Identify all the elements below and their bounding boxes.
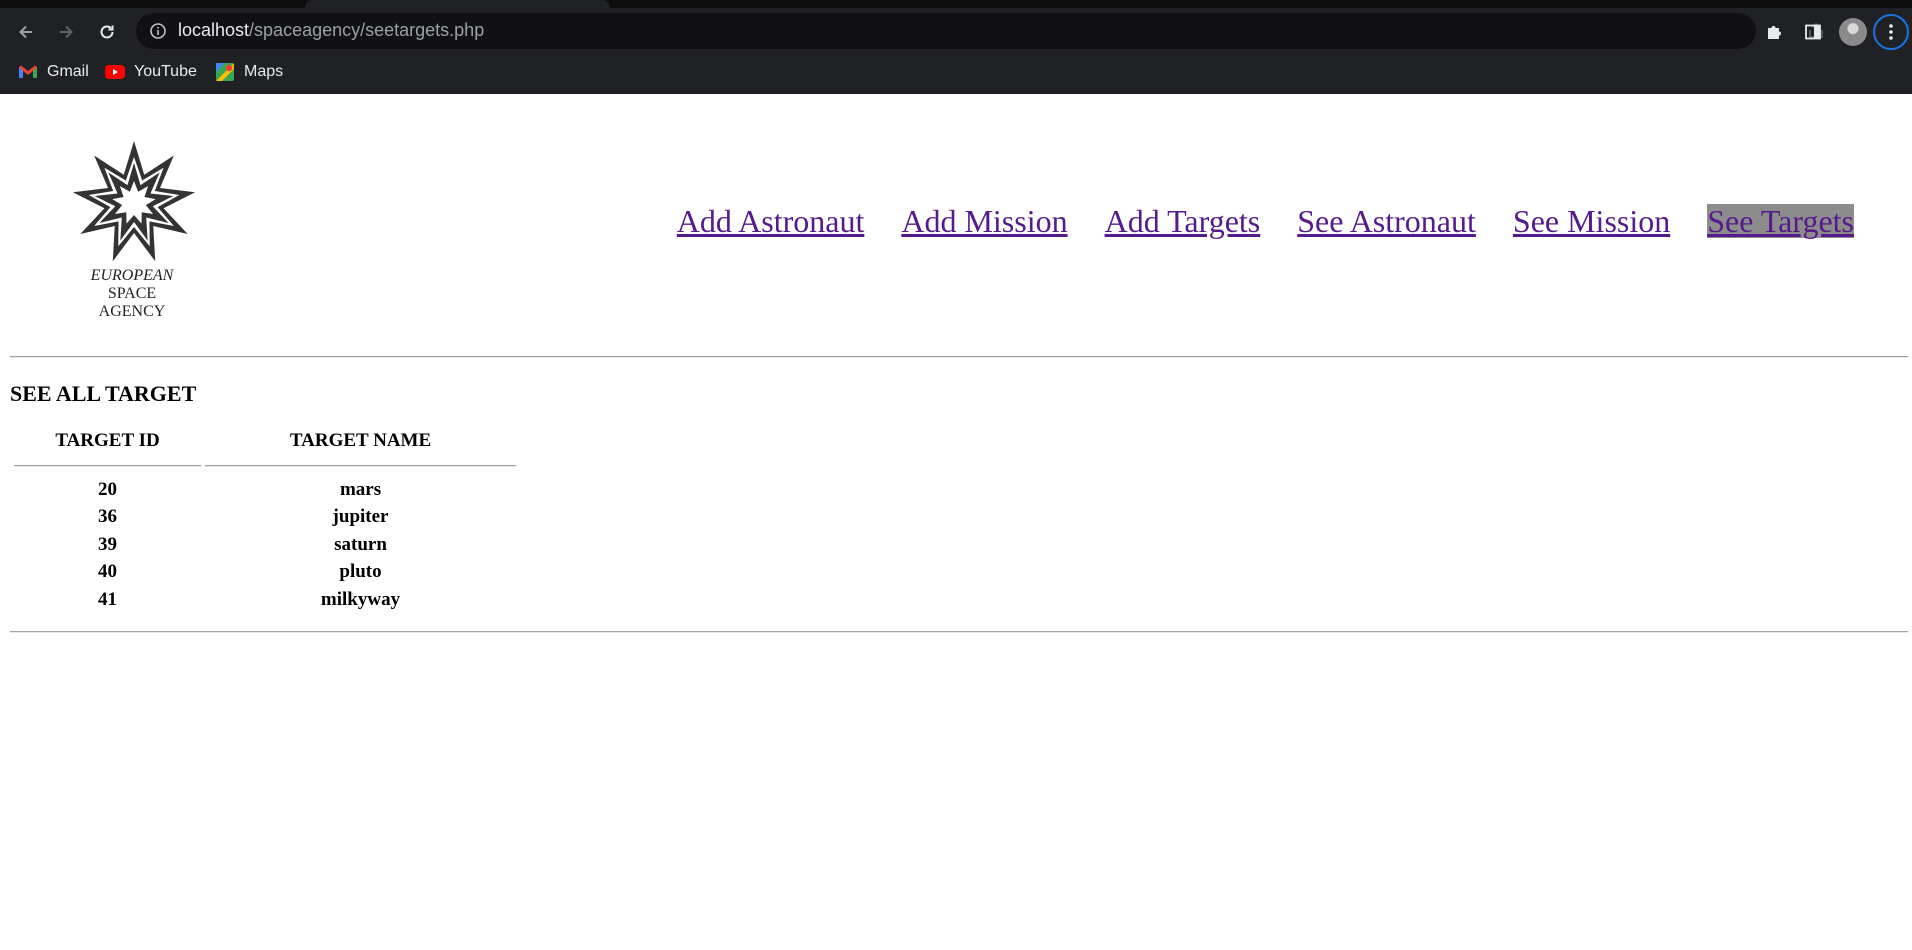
nav-see-targets[interactable]: See Targets bbox=[1707, 204, 1854, 238]
logo-line-3: AGENCY bbox=[98, 303, 166, 320]
url-host: localhost bbox=[178, 20, 250, 40]
column-header-target-name: TARGET NAME bbox=[289, 430, 432, 451]
address-bar[interactable]: localhost/spaceagency/seetargets.php bbox=[136, 13, 1865, 49]
browser-chrome: localhost/spaceagency/seetargets.php Gma… bbox=[0, 0, 1912, 94]
divider-top bbox=[10, 356, 1908, 358]
gmail-icon bbox=[19, 65, 37, 78]
logo-line-2: SPACE bbox=[107, 285, 157, 302]
bookmark-label: Gmail bbox=[47, 63, 89, 80]
url-path: /spaceagency/seetargets.php bbox=[249, 20, 485, 40]
browser-menu-button[interactable] bbox=[1873, 14, 1909, 50]
agency-logo: EUROPEAN SPACE AGENCY bbox=[64, 139, 204, 321]
bookmarks-bar: Gmail YouTube Maps bbox=[0, 56, 1912, 88]
bookmark-maps[interactable]: Maps bbox=[215, 60, 283, 84]
logo-wordmark: EUROPEAN SPACE AGENCY bbox=[64, 267, 200, 321]
target-id-cell: 41 bbox=[98, 588, 118, 610]
targets-table: TARGET ID TARGET NAME 20 mars 36 jupiter… bbox=[10, 424, 520, 614]
target-id-cell: 20 bbox=[98, 478, 118, 500]
target-name-cell: milkyway bbox=[320, 588, 401, 610]
header-rule bbox=[205, 458, 516, 476]
nav-add-astronaut[interactable]: Add Astronaut bbox=[677, 204, 865, 238]
main-nav: Add Astronaut Add Mission Add Targets Se… bbox=[677, 204, 1854, 238]
nav-add-targets[interactable]: Add Targets bbox=[1105, 204, 1261, 238]
divider-bottom bbox=[10, 631, 1908, 633]
kebab-menu-icon bbox=[1889, 24, 1893, 40]
reload-icon bbox=[100, 25, 114, 39]
table-row: 41 milkyway bbox=[14, 586, 516, 614]
target-name-cell: saturn bbox=[334, 533, 387, 555]
table-row: 40 pluto bbox=[14, 559, 516, 587]
bookmark-label: YouTube bbox=[134, 63, 197, 80]
table-row: 36 jupiter bbox=[14, 504, 516, 532]
url-text[interactable]: localhost/spaceagency/seetargets.php bbox=[178, 20, 484, 41]
bookmark-youtube[interactable]: YouTube bbox=[105, 60, 197, 84]
target-id-cell: 40 bbox=[98, 561, 118, 583]
extensions-button[interactable] bbox=[1758, 16, 1790, 48]
side-panel-button[interactable] bbox=[1797, 16, 1829, 48]
header-rule bbox=[14, 458, 202, 476]
side-panel-icon bbox=[1805, 24, 1821, 40]
info-icon[interactable] bbox=[148, 21, 168, 41]
browser-toolbar: localhost/spaceagency/seetargets.php bbox=[0, 8, 1912, 54]
maps-icon bbox=[216, 63, 234, 81]
table-row: 20 mars bbox=[14, 476, 516, 504]
column-header-target-id: TARGET ID bbox=[55, 430, 160, 451]
nav-add-mission[interactable]: Add Mission bbox=[901, 204, 1067, 238]
target-name-cell: jupiter bbox=[332, 506, 389, 528]
bookmark-label: Maps bbox=[244, 63, 284, 80]
target-id-cell: 39 bbox=[98, 533, 118, 555]
active-tab[interactable] bbox=[305, 0, 610, 8]
table-header-row: TARGET ID TARGET NAME bbox=[14, 424, 516, 458]
header-rule-row bbox=[14, 458, 516, 476]
target-id-cell: 36 bbox=[98, 506, 118, 528]
logo-line-1: EUROPEAN bbox=[90, 267, 174, 284]
table-row: 39 saturn bbox=[14, 531, 516, 559]
forward-button[interactable] bbox=[50, 16, 82, 48]
reload-button[interactable] bbox=[91, 16, 123, 48]
profile-avatar[interactable] bbox=[1839, 18, 1867, 46]
back-button[interactable] bbox=[10, 16, 42, 48]
page-content: EUROPEAN SPACE AGENCY Add Astronaut Add … bbox=[0, 94, 1912, 950]
star-logo-icon bbox=[72, 141, 196, 262]
puzzle-icon bbox=[1768, 26, 1781, 39]
nav-see-mission[interactable]: See Mission bbox=[1513, 204, 1670, 238]
tab-strip bbox=[0, 0, 1912, 8]
target-name-cell: pluto bbox=[339, 561, 382, 583]
youtube-icon bbox=[105, 65, 125, 79]
arrow-left-icon bbox=[19, 25, 32, 39]
bookmark-gmail[interactable]: Gmail bbox=[18, 60, 89, 84]
arrow-right-icon bbox=[60, 25, 73, 39]
nav-see-astronaut[interactable]: See Astronaut bbox=[1297, 204, 1476, 238]
page-title: SEE ALL TARGET bbox=[10, 381, 197, 406]
target-name-cell: mars bbox=[339, 478, 382, 500]
